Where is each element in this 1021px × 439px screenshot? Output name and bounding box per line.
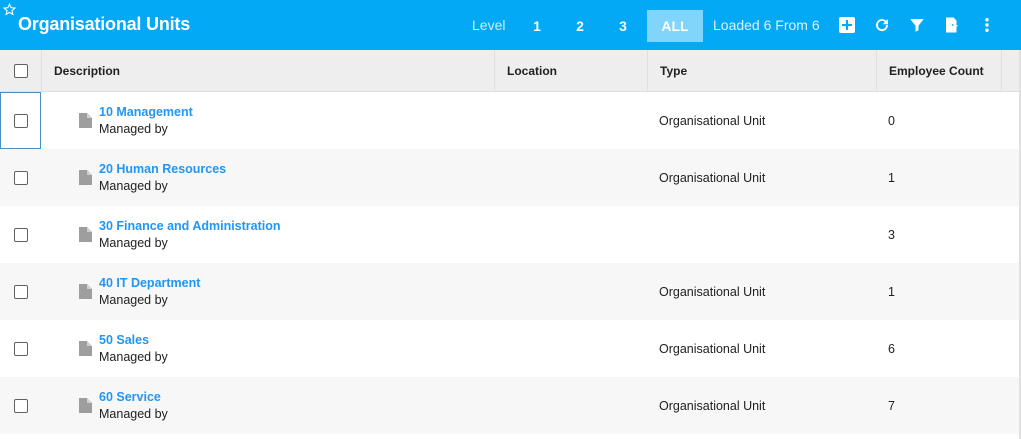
table-row[interactable]: 50 Sales Managed by Organisational Unit 6 — [0, 320, 1021, 377]
column-header-location[interactable]: Location — [494, 50, 647, 92]
level-label: Level — [472, 17, 506, 33]
document-icon — [79, 170, 92, 185]
employee-count-cell: 3 — [888, 228, 895, 242]
managed-by-label: Managed by — [99, 293, 168, 307]
row-checkbox[interactable] — [14, 285, 28, 299]
add-icon[interactable] — [832, 10, 862, 40]
loaded-count: Loaded 6 From 6 — [713, 17, 820, 33]
document-icon — [79, 398, 92, 413]
employee-count-cell: 7 — [888, 399, 895, 413]
employee-count-cell: 1 — [888, 171, 895, 185]
table-row[interactable]: 30 Finance and Administration Managed by 3 — [0, 206, 1021, 263]
table-row[interactable]: 10 Management Managed by Organisational Un… — [0, 92, 1021, 149]
managed-by-label: Managed by — [99, 122, 168, 136]
more-options-icon[interactable] — [972, 10, 1002, 40]
type-cell: Organisational Unit — [659, 285, 766, 299]
toolbar: Organisational Units Level 1 2 3 ALL Loa… — [0, 0, 1021, 50]
employee-count-cell: 1 — [888, 285, 895, 299]
column-header-spacer — [1001, 50, 1021, 92]
level-1-button[interactable]: 1 — [518, 10, 556, 42]
table-header: Description Location Type Employee Count — [0, 50, 1021, 92]
document-icon — [79, 341, 92, 356]
select-all-checkbox[interactable] — [14, 64, 28, 78]
type-cell: Organisational Unit — [659, 342, 766, 356]
unit-name-link[interactable]: 40 IT Department — [99, 276, 200, 290]
managed-by-label: Managed by — [99, 407, 168, 421]
table-row[interactable]: 20 Human Resources Managed by Organisation… — [0, 149, 1021, 206]
row-checkbox[interactable] — [14, 228, 28, 242]
column-header-employee-count[interactable]: Employee Count — [876, 50, 1001, 92]
column-header-description[interactable]: Description — [41, 50, 494, 92]
filter-icon[interactable] — [902, 10, 932, 40]
level-3-button[interactable]: 3 — [604, 10, 642, 42]
export-icon[interactable] — [937, 10, 967, 40]
unit-name-link[interactable]: 50 Sales — [99, 333, 149, 347]
unit-name-link[interactable]: 20 Human Resources — [99, 162, 226, 176]
level-all-button[interactable]: ALL — [647, 10, 703, 42]
unit-name-link[interactable]: 60 Service — [99, 390, 161, 404]
employee-count-cell: 0 — [888, 114, 895, 128]
type-cell: Organisational Unit — [659, 171, 766, 185]
document-icon — [79, 227, 92, 242]
refresh-icon[interactable] — [867, 10, 897, 40]
type-cell: Organisational Unit — [659, 399, 766, 413]
row-checkbox[interactable] — [14, 342, 28, 356]
table-row[interactable]: 40 IT Department Managed by Organisational… — [0, 263, 1021, 320]
unit-name-link[interactable]: 30 Finance and Administration — [99, 219, 281, 233]
page-title: Organisational Units — [18, 14, 191, 34]
unit-name-link[interactable]: 10 Management — [99, 105, 193, 119]
column-header-type[interactable]: Type — [647, 50, 876, 92]
managed-by-label: Managed by — [99, 350, 168, 364]
managed-by-label: Managed by — [99, 179, 168, 193]
type-cell: Organisational Unit — [659, 114, 766, 128]
row-checkbox[interactable] — [14, 171, 28, 185]
employee-count-cell: 6 — [888, 342, 895, 356]
level-2-button[interactable]: 2 — [561, 10, 599, 42]
row-checkbox[interactable] — [14, 114, 28, 128]
document-icon — [79, 284, 92, 299]
star-icon[interactable] — [3, 3, 16, 16]
table-row[interactable]: 60 Service Managed by Organisational Unit 7 — [0, 377, 1021, 434]
document-icon — [79, 113, 92, 128]
row-checkbox[interactable] — [14, 399, 28, 413]
managed-by-label: Managed by — [99, 236, 168, 250]
